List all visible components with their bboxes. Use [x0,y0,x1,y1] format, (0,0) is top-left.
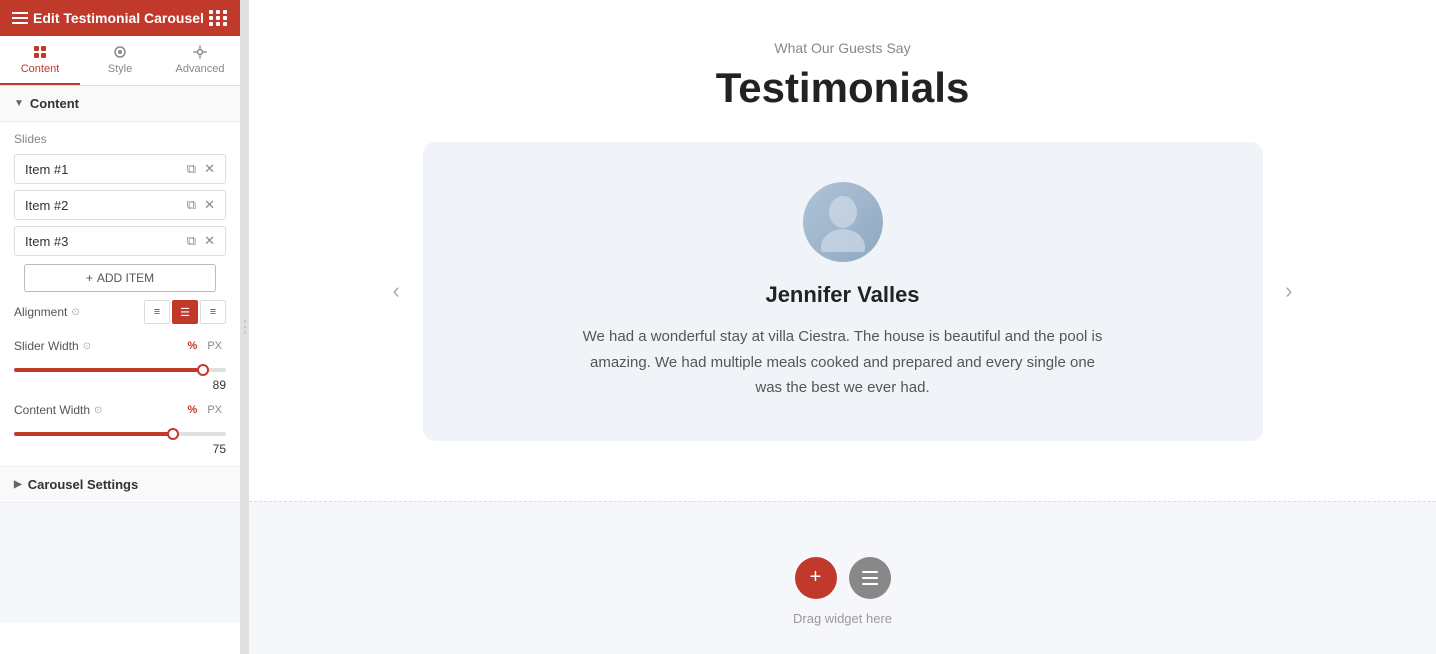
slide-item-1-label: Item #1 [25,162,68,177]
content-width-slider[interactable] [14,432,226,436]
slider-width-percent-btn[interactable]: % [184,338,202,354]
panel-body: ▼ Content Slides Item #1 ⧉ ✕ Item #2 ⧉ ✕ [0,86,240,654]
content-section-header[interactable]: ▼ Content [0,86,240,122]
avatar [803,182,883,262]
slide-item-3-actions: ⧉ ✕ [187,233,215,249]
slide-item-3-label: Item #3 [25,234,68,249]
content-width-label: Content Width ⊙ [14,403,102,417]
testimonial-section: What Our Guests Say Testimonials ‹ › J [249,0,1436,501]
tab-style[interactable]: Style [80,36,160,85]
add-item-button[interactable]: + ADD ITEM [24,264,216,292]
align-center-button[interactable]: ☰ [172,300,198,324]
content-width-control: Content Width ⊙ % PX [14,402,226,418]
testimonial-text: We had a wonderful stay at villa Ciestra… [583,324,1103,401]
carousel-settings-header[interactable]: ▶ Carousel Settings [0,466,240,503]
content-width-units: % PX [184,402,226,418]
testimonial-subtitle: What Our Guests Say [269,40,1416,56]
content-section-label: Content [30,96,79,111]
tab-content-label: Content [21,63,60,75]
drag-widget-text: Drag widget here [793,611,892,626]
testimonial-title: Testimonials [269,64,1416,112]
canvas-area: What Our Guests Say Testimonials ‹ › J [249,0,1436,654]
avatar-image [803,182,883,262]
left-panel: Edit Testimonial Carousel Content Style … [0,0,241,654]
carousel-wrapper: ‹ › Jennifer Valles We had a wonderful s… [423,142,1263,441]
slider-width-control: Slider Width ⊙ % PX [14,338,226,354]
testimonial-name: Jennifer Valles [503,282,1183,308]
content-width-info-icon[interactable]: ⊙ [94,405,102,416]
testimonial-card: Jennifer Valles We had a wonderful stay … [423,142,1263,441]
carousel-next-button[interactable]: › [1285,278,1292,304]
slider-width-value: 89 [14,378,226,392]
carousel-settings-label: Carousel Settings [28,477,139,492]
editor-tabs: Content Style Advanced [0,36,240,86]
slider-width-units: % PX [184,338,226,354]
alignment-info-icon[interactable]: ⊙ [71,307,79,318]
grid-icon[interactable] [209,10,228,26]
alignment-buttons: ≡ ☰ ≡ [144,300,226,324]
empty-bottom-section [0,503,240,623]
widget-dropzone: + Drag widget here [249,501,1436,654]
content-section-body: Slides Item #1 ⧉ ✕ Item #2 ⧉ ✕ Item #3 [0,122,240,466]
add-item-label: ADD ITEM [97,271,154,285]
content-collapse-arrow: ▼ [14,98,24,109]
carousel-settings-arrow: ▶ [14,479,22,490]
tab-advanced-label: Advanced [176,63,225,75]
plus-icon: + [86,271,93,285]
slide-item-3-duplicate[interactable]: ⧉ [187,233,196,249]
carousel-prev-button[interactable]: ‹ [393,278,400,304]
alignment-control: Alignment ⊙ ≡ ☰ ≡ [14,300,226,324]
add-widget-button[interactable]: + [795,557,837,599]
slide-item-3[interactable]: Item #3 ⧉ ✕ [14,226,226,256]
slide-item-2-delete[interactable]: ✕ [204,197,215,213]
slide-item-2[interactable]: Item #2 ⧉ ✕ [14,190,226,220]
slider-width-info-icon[interactable]: ⊙ [83,341,91,352]
right-content: What Our Guests Say Testimonials ‹ › J [249,0,1436,654]
tab-content[interactable]: Content [0,36,80,85]
tab-advanced[interactable]: Advanced [160,36,240,85]
panel-header: Edit Testimonial Carousel [0,0,240,36]
align-right-button[interactable]: ≡ [200,300,226,324]
content-width-value: 75 [14,442,226,456]
slide-item-1-delete[interactable]: ✕ [204,161,215,177]
slide-item-1[interactable]: Item #1 ⧉ ✕ [14,154,226,184]
slide-item-2-label: Item #2 [25,198,68,213]
align-left-button[interactable]: ≡ [144,300,170,324]
slider-width-px-btn[interactable]: PX [203,338,226,354]
slider-width-slider[interactable] [14,368,226,372]
content-width-percent-btn[interactable]: % [184,402,202,418]
tab-style-label: Style [108,63,132,75]
slides-label: Slides [14,132,226,146]
widget-buttons: + [795,557,891,599]
slide-item-1-duplicate[interactable]: ⧉ [187,161,196,177]
alignment-label: Alignment ⊙ [14,305,80,319]
drag-handle-button[interactable] [849,557,891,599]
slide-item-2-actions: ⧉ ✕ [187,197,215,213]
slide-item-3-delete[interactable]: ✕ [204,233,215,249]
slide-item-2-duplicate[interactable]: ⧉ [187,197,196,213]
content-width-px-btn[interactable]: PX [203,402,226,418]
slide-item-1-actions: ⧉ ✕ [187,161,215,177]
slider-width-label: Slider Width ⊙ [14,339,91,353]
panel-title: Edit Testimonial Carousel [33,10,204,26]
hamburger-menu-icon[interactable] [12,12,28,24]
resize-handle[interactable] [241,0,249,654]
